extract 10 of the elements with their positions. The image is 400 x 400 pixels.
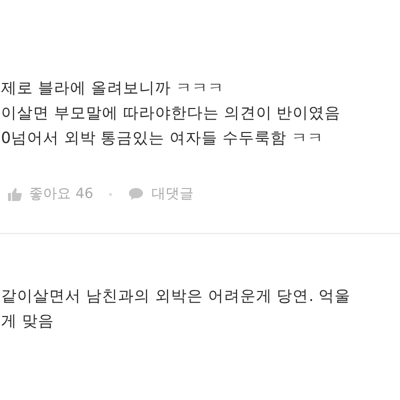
reply-button[interactable]: 대댓글: [128, 185, 194, 203]
speech-bubble-icon: [128, 187, 144, 201]
comment-text: 이살면 부모말에 따라야한다는 의견이 반이였음: [1, 103, 342, 124]
separator-dot: [109, 192, 112, 196]
comment-text: 게 맞음: [1, 311, 55, 332]
thumbs-up-icon: [7, 187, 22, 201]
comment-text: 같이살면서 남친과의 외박은 어려운게 당연. 억울: [1, 286, 352, 307]
like-button[interactable]: 좋아요 46: [7, 185, 94, 203]
comment-text: 0넘어서 외박 통금있는 여자들 수두룩함 ㅋㅋ: [1, 128, 324, 149]
comment-text: 제로 블라에 올려보니까 ㅋㅋㅋ: [1, 78, 225, 99]
